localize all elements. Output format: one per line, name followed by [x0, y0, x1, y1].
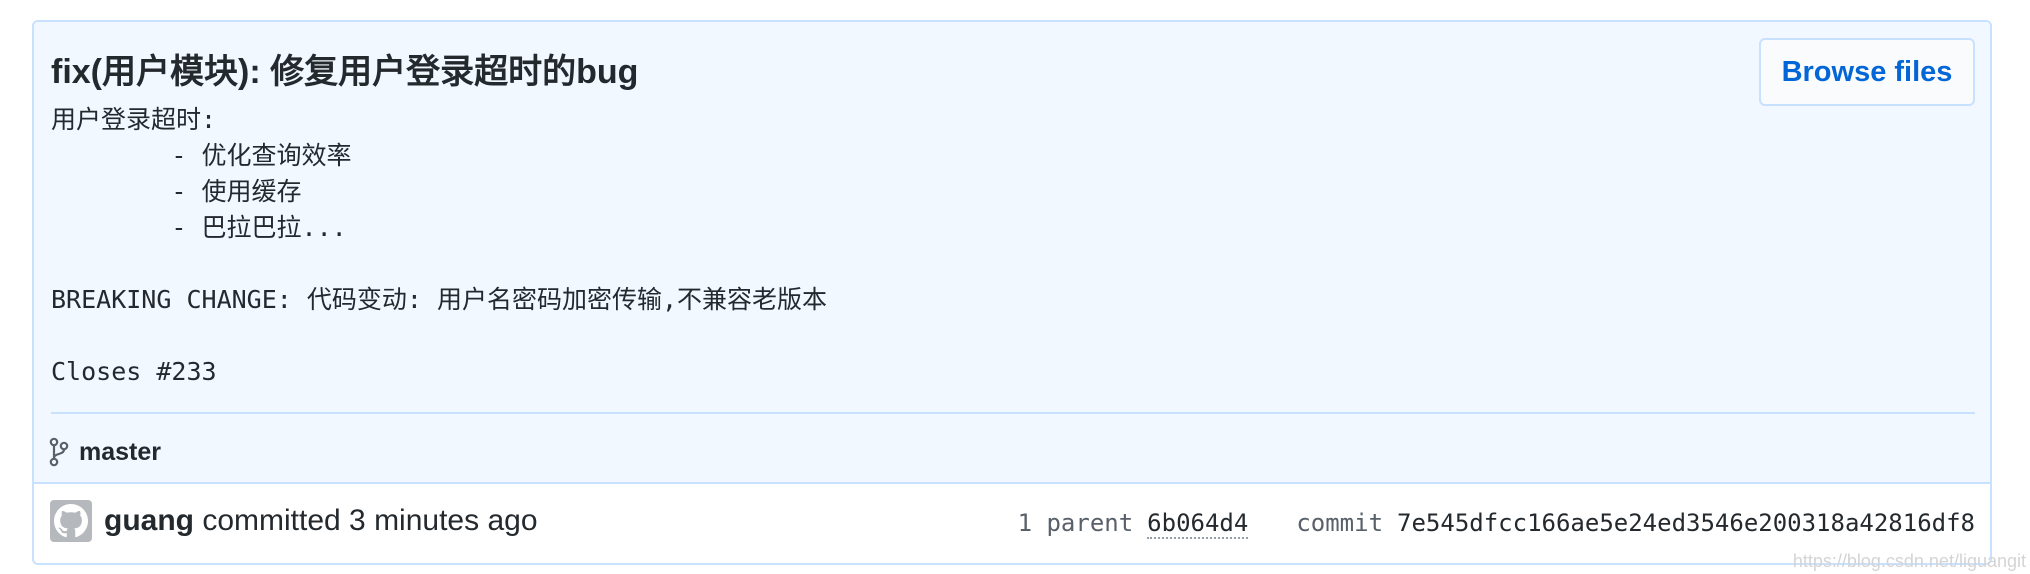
browse-files-button[interactable]: Browse files [1759, 38, 1975, 106]
author-line: guang committed 3 minutes ago [104, 504, 538, 538]
branch-row: master [49, 434, 161, 470]
parent-sha-link[interactable]: 6b064d4 [1147, 509, 1249, 539]
watermark: https://blog.csdn.net/liguangit [1792, 551, 2026, 571]
parent-count: 1 parent [1017, 509, 1134, 537]
commit-time: committed 3 minutes ago [202, 504, 538, 537]
commit-title: fix(用户模块): 修复用户登录超时的bug [51, 53, 639, 91]
commit-box: fix(用户模块): 修复用户登录超时的bug Browse files 用户登… [32, 20, 1992, 565]
commit-label: commit [1296, 509, 1384, 537]
commit-meta: guang committed 3 minutes ago 1 parent 6… [34, 484, 1990, 563]
divider [51, 412, 1975, 414]
branch-link[interactable]: master [79, 438, 161, 467]
commit-description: 用户登录超时: - 优化查询效率 - 使用缓存 - 巴拉巴拉... BREAKI… [51, 105, 828, 386]
avatar[interactable] [50, 500, 92, 542]
author-link[interactable]: guang [104, 504, 194, 537]
commit-header: fix(用户模块): 修复用户登录超时的bug Browse files 用户登… [34, 22, 1990, 484]
sha-block: 1 parent 6b064d4 commit 7e545dfcc166ae5e… [1018, 509, 1975, 539]
github-mark-icon [54, 504, 88, 538]
commit-sha: 7e545dfcc166ae5e24ed3546e200318a42816df8 [1397, 509, 1975, 537]
git-branch-icon [49, 437, 69, 467]
